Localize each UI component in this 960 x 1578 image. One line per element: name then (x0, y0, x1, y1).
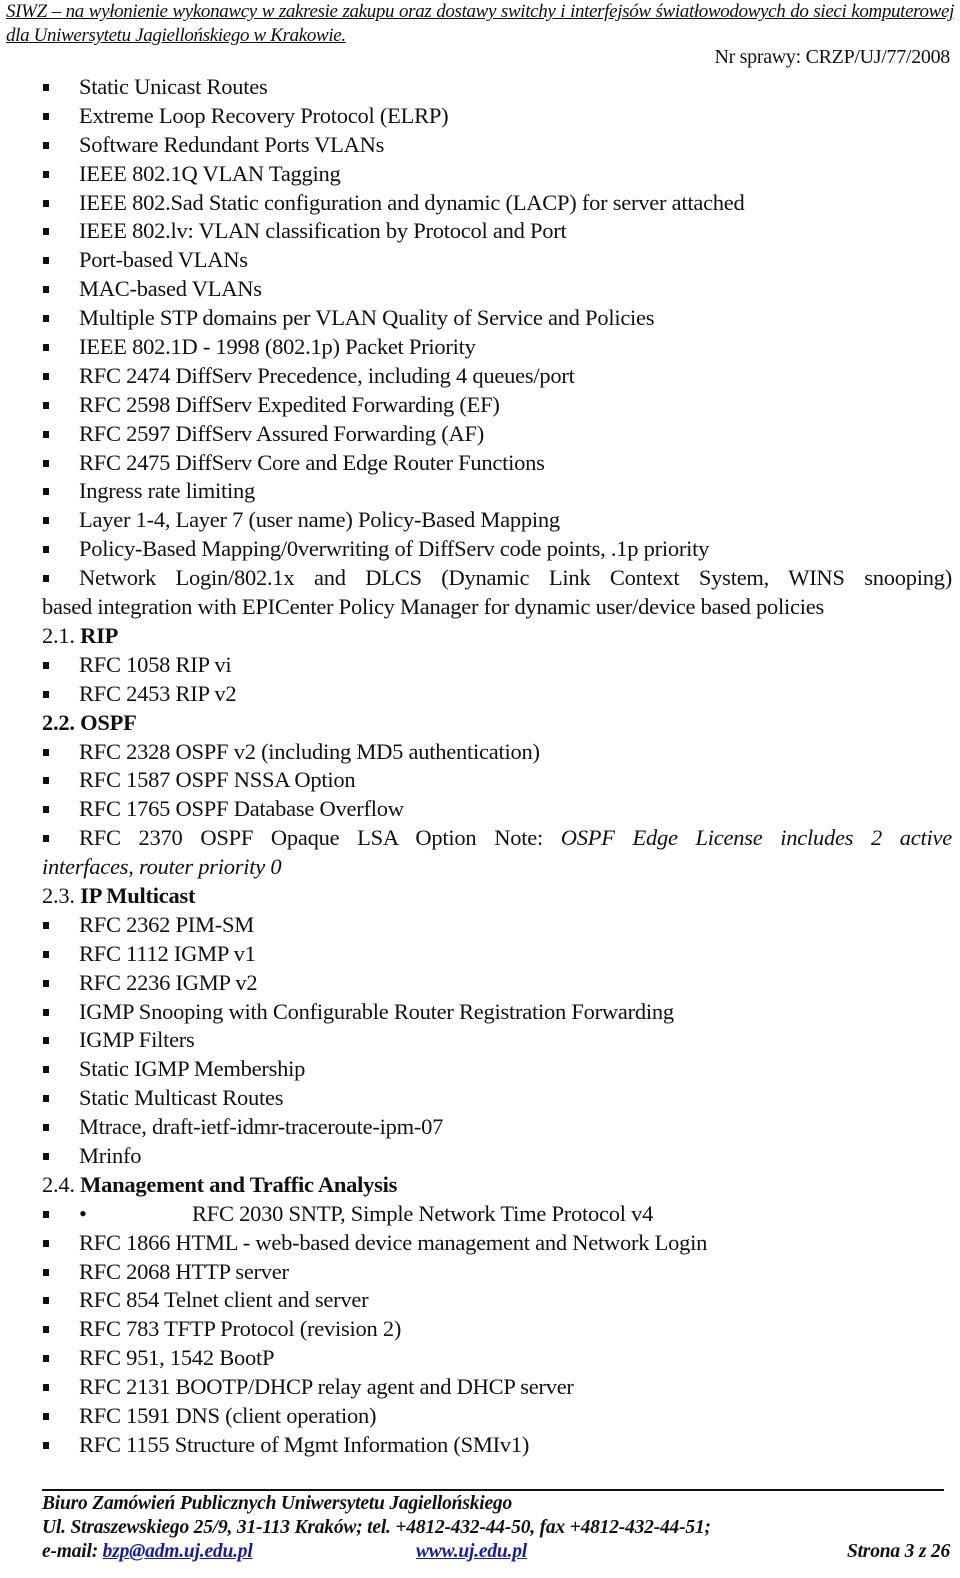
list-item: Policy-Based Mapping/0verwriting of Diff… (42, 535, 952, 564)
list-item-wrapped: Network Login/802.1x and DLCS (Dynamic L… (42, 564, 952, 622)
list-item-wrapped: RFC 2370 OSPF Opaque LSA Option Note: OS… (42, 824, 952, 882)
list-item: Multiple STP domains per VLAN Quality of… (42, 304, 952, 333)
section-heading-rip: 2.1. RIP (42, 622, 952, 651)
list-item-continuation: based integration with EPICenter Policy … (42, 594, 825, 620)
footer-divider (42, 1489, 944, 1491)
list-item: RFC 2236 IGMP v2 (42, 969, 952, 998)
list-item: IEEE 802.Sad Static configuration and dy… (42, 189, 952, 218)
list-item: Port-based VLANs (42, 246, 952, 275)
page-number: Strona 3 z 26 (846, 1541, 950, 1562)
section-number: 2.2. (42, 709, 75, 735)
email-label: e-mail: (42, 1541, 103, 1562)
list-item-continuation: interfaces, router priority 0 (42, 854, 282, 880)
inner-bullet-icon: • (79, 1200, 87, 1226)
list-item: RFC 1591 DNS (client operation) (42, 1402, 952, 1431)
list-item: IEEE 802.1Q VLAN Tagging (42, 160, 952, 189)
list-item: Software Redundant Ports VLANs (42, 131, 952, 160)
list-item: MAC-based VLANs (42, 275, 952, 304)
list-item: RFC 1587 OSPF NSSA Option (42, 766, 952, 795)
list-item: IGMP Filters (42, 1026, 952, 1055)
section-heading-management: 2.4. Management and Traffic Analysis (42, 1171, 952, 1200)
list-item: Static IGMP Membership (42, 1055, 952, 1084)
list-item: RFC 1765 OSPF Database Overflow (42, 795, 952, 824)
section-number: 2.4. (42, 1171, 75, 1197)
document-body: Static Unicast Routes Extreme Loop Recov… (42, 73, 952, 1460)
list-item: RFC 2328 OSPF v2 (including MD5 authenti… (42, 738, 952, 767)
section-number: 2.3. (42, 883, 75, 908)
list-item: Mtrace, draft-ietf-idmr-traceroute-ipm-0… (42, 1113, 952, 1142)
list-item: RFC 2475 DiffServ Core and Edge Router F… (42, 449, 952, 478)
list-item: RFC 2453 RIP v2 (42, 680, 952, 709)
list-item: RFC 1866 HTML - web-based device managem… (42, 1229, 952, 1258)
list-item: IGMP Snooping with Configurable Router R… (42, 998, 952, 1027)
list-item: Ingress rate limiting (42, 477, 952, 506)
list-item: RFC 1112 IGMP v1 (42, 940, 952, 969)
list-item: RFC 783 TFTP Protocol (revision 2) (42, 1315, 952, 1344)
list-item: RFC 2598 DiffServ Expedited Forwarding (… (42, 391, 952, 420)
section-heading-multicast: 2.3. IP Multicast (42, 882, 952, 911)
list-item: RFC 1058 RIP vi (42, 651, 952, 680)
section-title: OSPF (80, 709, 137, 735)
section-title: RIP (80, 622, 119, 648)
section-number: 2.1. (42, 622, 75, 648)
list-item: RFC 2068 HTTP server (42, 1258, 952, 1287)
list-item: RFC 2362 PIM-SM (42, 911, 952, 940)
footer-address: Ul. Straszewskiego 25/9, 31-113 Kraków; … (42, 1517, 711, 1538)
page-footer: Biuro Zamówień Publicznych Uniwersytetu … (42, 1492, 952, 1564)
list-item: RFC 951, 1542 BootP (42, 1344, 952, 1373)
list-item: IEEE 802.1D - 1998 (802.1p) Packet Prior… (42, 333, 952, 362)
note-italic: OSPF Edge License includes 2 active (560, 825, 953, 851)
list-item: RFC 2597 DiffServ Assured Forwarding (AF… (42, 420, 952, 449)
section-heading-ospf: 2.2. OSPF (42, 709, 952, 738)
list-item: Layer 1-4, Layer 7 (user name) Policy-Ba… (42, 506, 952, 535)
intro-list: Static Unicast Routes Extreme Loop Recov… (42, 73, 952, 622)
list-item-text: RFC 2030 SNTP, Simple Network Time Proto… (192, 1200, 654, 1226)
footer-org: Biuro Zamówień Publicznych Uniwersytetu … (42, 1493, 513, 1514)
list-item: Mrinfo (42, 1142, 952, 1171)
note-text: RFC 2370 OSPF Opaque LSA Option Note: (79, 825, 543, 851)
list-item: • RFC 2030 SNTP, Simple Network Time Prot… (42, 1200, 952, 1229)
list-item: RFC 2474 DiffServ Precedence, including … (42, 362, 952, 391)
section-title: IP Multicast (80, 883, 196, 908)
section-title: Management and Traffic Analysis (80, 1171, 398, 1197)
website-link[interactable]: www.uj.edu.pl (416, 1540, 527, 1564)
list-item: Static Multicast Routes (42, 1084, 952, 1113)
email-link[interactable]: bzp@adm.uj.edu.pl (103, 1541, 253, 1562)
list-item: RFC 1155 Structure of Mgmt Information (… (42, 1431, 952, 1460)
list-item: Extreme Loop Recovery Protocol (ELRP) (42, 102, 952, 131)
list-item-first-line: Network Login/802.1x and DLCS (Dynamic L… (79, 565, 952, 591)
list-item: RFC 854 Telnet client and server (42, 1286, 952, 1315)
list-item: IEEE 802.lv: VLAN classification by Prot… (42, 217, 952, 246)
footer-contact-row: e-mail: bzp@adm.uj.edu.pl www.uj.edu.pl … (42, 1540, 952, 1564)
list-item-first-line: RFC 2370 OSPF Opaque LSA Option Note: OS… (42, 824, 952, 853)
list-item: RFC 2131 BOOTP/DHCP relay agent and DHCP… (42, 1373, 952, 1402)
list-item: Static Unicast Routes (42, 73, 952, 102)
case-number: Nr sprawy: CRZP/UJ/77/2008 (714, 46, 950, 68)
document-header: SIWZ – na wyłonienie wykonawcy w zakresi… (6, 1, 954, 46)
